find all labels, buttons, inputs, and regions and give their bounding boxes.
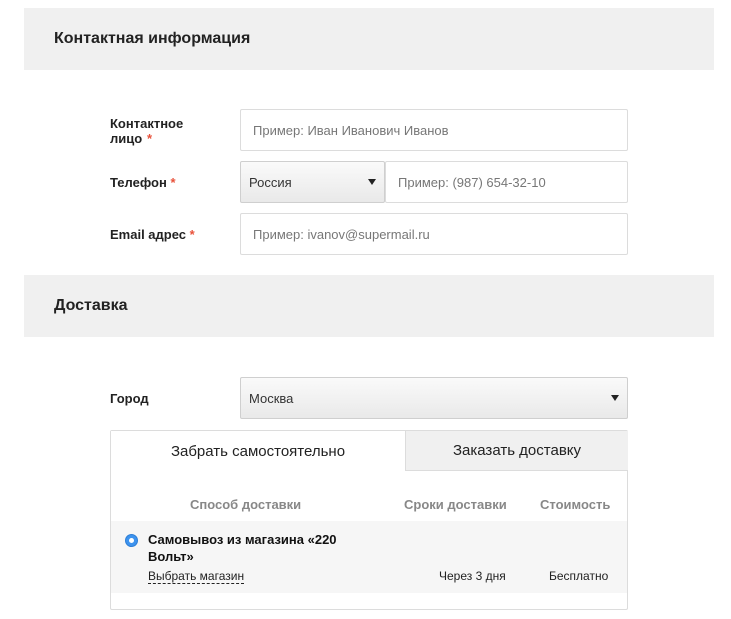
delivery-section-title: Доставка — [54, 297, 128, 314]
email-label: Email адрес * — [110, 227, 195, 242]
column-header-price: Стоимость — [540, 497, 611, 512]
required-mark: * — [170, 175, 176, 190]
country-select-value: Россия — [249, 174, 292, 190]
phone-input[interactable] — [385, 161, 628, 203]
required-mark: * — [189, 227, 195, 242]
city-select-value: Москва — [249, 390, 294, 406]
contact-person-label: Контактное лицо * — [110, 116, 184, 146]
delivery-option-name: Самовывоз из магазина «220 Вольт» — [148, 532, 337, 564]
city-select[interactable]: Москва — [240, 377, 628, 419]
chevron-down-icon — [611, 395, 619, 401]
contact-section-header: Контактная информация — [24, 8, 714, 70]
required-mark: * — [147, 131, 153, 146]
tab-order-delivery[interactable]: Заказать доставку — [405, 431, 628, 471]
delivery-option-row[interactable]: Самовывоз из магазина «220 Вольт» Выбрат… — [111, 521, 627, 593]
delivery-option-price: Бесплатно — [549, 569, 609, 583]
column-header-method: Способ доставки — [190, 497, 302, 512]
chevron-down-icon — [368, 179, 376, 185]
contact-section-title: Контактная информация — [54, 30, 251, 47]
phone-label: Телефон * — [110, 175, 176, 190]
delivery-section-header: Доставка — [24, 275, 714, 337]
column-header-term: Сроки доставки — [404, 497, 507, 512]
tab-pickup[interactable]: Забрать самостоятельно — [111, 431, 405, 471]
delivery-options-panel: Забрать самостоятельно Заказать доставку… — [110, 430, 628, 610]
choose-store-link[interactable]: Выбрать магазин — [148, 569, 245, 584]
delivery-option-term: Через 3 дня — [439, 569, 506, 583]
country-select[interactable]: Россия — [240, 161, 385, 203]
email-input[interactable] — [240, 213, 628, 255]
radio-selected-icon[interactable] — [125, 534, 138, 547]
city-label: Город — [110, 391, 149, 406]
contact-person-input[interactable] — [240, 109, 628, 151]
